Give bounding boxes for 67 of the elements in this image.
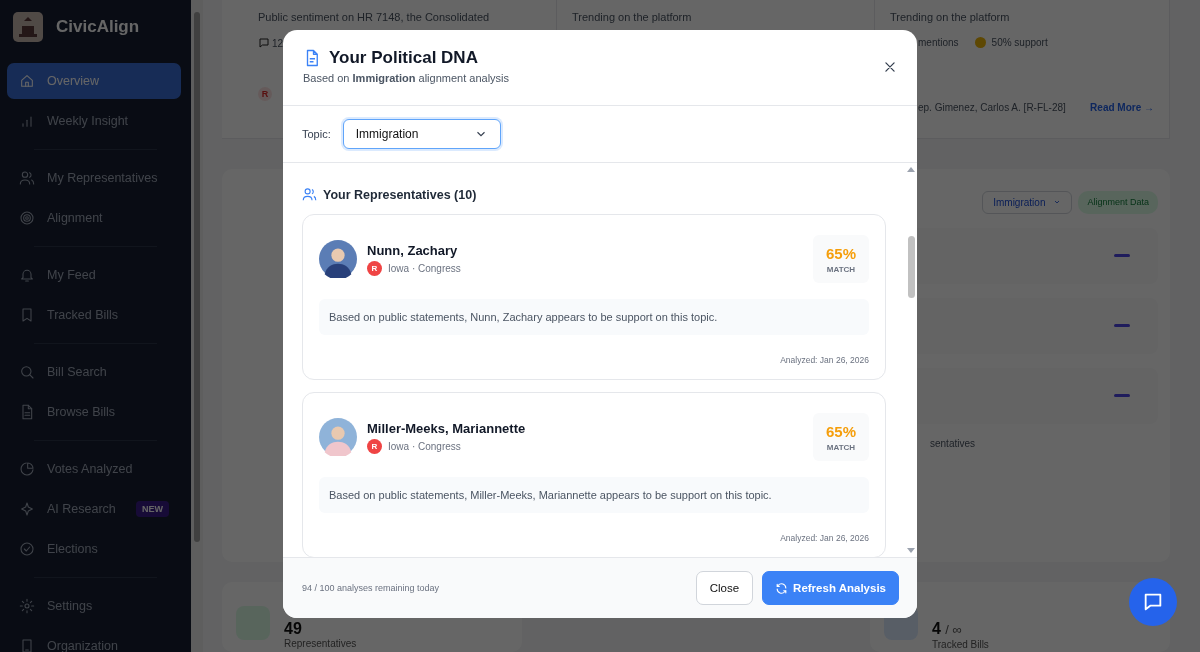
comment-count: 12: [272, 37, 284, 49]
dash-icon: [1114, 324, 1130, 328]
refresh-icon: [775, 581, 789, 595]
bookmark-icon: [19, 307, 35, 323]
topic-label: Topic:: [302, 128, 331, 140]
statement-text: Based on public statements, Nunn, Zachary appears to be support on this topic.: [329, 311, 718, 323]
stat-label: Representatives: [284, 638, 357, 650]
sponsor-text: ep. Gimenez, Carlos A. [R-FL-28]: [918, 102, 1066, 113]
stat-suffix: / ∞: [945, 622, 962, 637]
logo-icon: [13, 12, 43, 42]
new-badge: NEW: [136, 501, 169, 517]
match-percent: 65%: [826, 244, 856, 262]
home-icon: [19, 73, 35, 89]
alignment-badge: Alignment Data: [1078, 190, 1158, 214]
card-text: Trending on the platform: [572, 11, 693, 23]
coin-icon: [974, 37, 986, 48]
scroll-up-arrow-icon[interactable]: [907, 167, 915, 172]
avatar: [319, 418, 357, 456]
section-title: Your Representatives (10): [323, 187, 477, 202]
analyzed-date: Analyzed: Jan 26, 2026: [780, 533, 869, 543]
chat-icon: [1142, 591, 1164, 613]
dash-icon: [1114, 254, 1130, 258]
match-percent: 65%: [826, 422, 856, 440]
party-badge: R: [367, 260, 382, 276]
modal-title: Your Political DNA: [329, 48, 478, 68]
comment-icon: [258, 37, 270, 49]
pie-chart-icon: [19, 461, 35, 477]
read-more-link[interactable]: Read More →: [1090, 102, 1154, 113]
card-text: Trending on the platform: [890, 11, 1011, 23]
avatar: [319, 240, 357, 278]
settings-icon: [19, 598, 35, 614]
analyzed-date: Analyzed: Jan 26, 2026: [780, 355, 869, 365]
stat-value: 4: [932, 620, 941, 637]
scroll-down-arrow-icon[interactable]: [907, 548, 915, 553]
representative-name: Miller-Meeks, Mariannette: [367, 420, 527, 436]
mentions-text: mentions: [918, 37, 959, 48]
tablet-icon: [19, 638, 35, 652]
match-label: MATCH: [826, 442, 856, 452]
quota-note: 94 / 100 analyses remaining today: [302, 583, 440, 593]
location-text: Iowa · Congress: [388, 262, 461, 274]
topic-dropdown[interactable]: Immigration: [982, 190, 1073, 214]
target-icon: [19, 210, 35, 226]
stat-label: Tracked Bills: [932, 639, 989, 651]
close-icon: [883, 60, 897, 74]
search-icon: [19, 364, 35, 380]
stat-caption: sentatives: [930, 437, 977, 449]
refresh-analysis-button[interactable]: Refresh Analysis: [762, 571, 899, 605]
location-text: Iowa · Congress: [388, 440, 461, 452]
statement-text: Based on public statements, Miller-Meeks, Mariannette appears to be support on this topic.: [329, 489, 772, 501]
scrollbar-thumb[interactable]: [908, 236, 915, 298]
dash-icon: [1114, 394, 1130, 398]
support-text: 50% support: [991, 37, 1048, 48]
match-label: MATCH: [826, 264, 856, 274]
representative-name: Nunn, Zachary: [367, 242, 459, 258]
stat-value: 49: [284, 620, 302, 637]
party-badge: R: [367, 438, 382, 454]
modal-subtitle: Based on Immigration alignment analysis: [303, 72, 510, 84]
bell-icon: [19, 267, 35, 283]
close-button[interactable]: Close: [695, 571, 754, 605]
nav-item[interactable]: Overview: [7, 63, 181, 99]
sparkle-icon: [19, 501, 35, 517]
brand-name: CivicAlign: [56, 17, 140, 37]
card-text: Public sentiment on HR 7148, the Consolidated: [258, 11, 491, 23]
topic-select[interactable]: Immigration: [342, 119, 501, 149]
scrollbar-thumb[interactable]: [194, 12, 200, 542]
chat-button[interactable]: [1129, 578, 1177, 626]
party-badge: R: [258, 87, 272, 101]
